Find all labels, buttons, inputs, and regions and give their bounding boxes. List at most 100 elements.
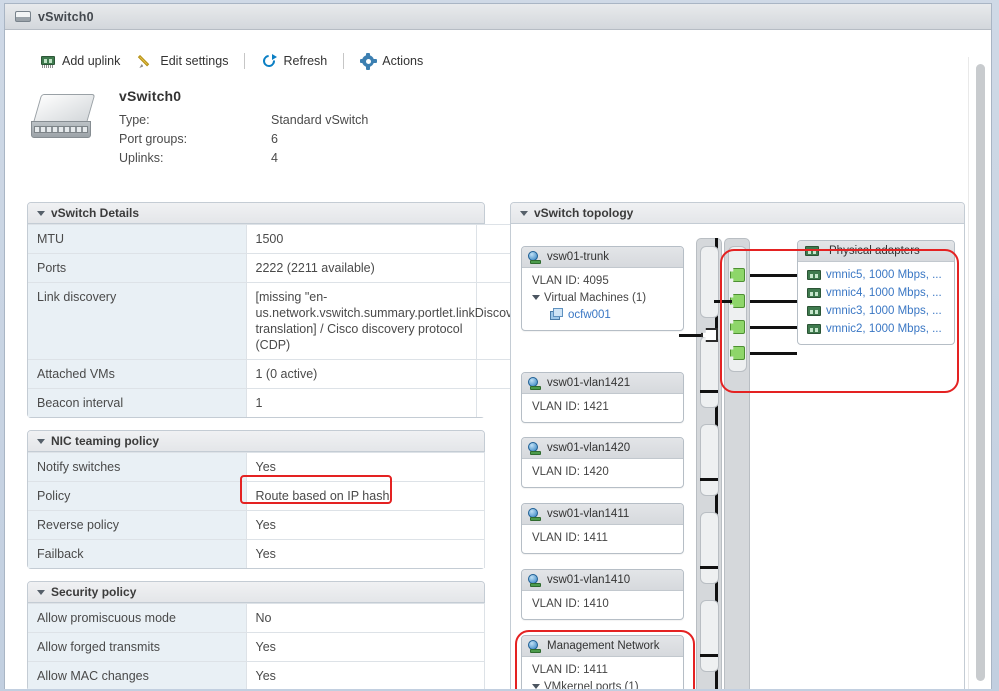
connector-line [700, 654, 718, 657]
table-row: Policy Route based on IP hash [28, 481, 485, 511]
port-group-vlan: VLAN ID: 4095 [532, 275, 609, 287]
port-group-vsw01-vlan1421[interactable]: vsw01-vlan1421 VLAN ID: 1421 [521, 372, 684, 423]
port-group-header: vsw01-vlan1421 [522, 373, 683, 394]
summary-label: Port groups: [119, 132, 188, 146]
refresh-label: Refresh [283, 54, 328, 68]
row-label: Allow forged transmits [28, 632, 247, 662]
add-uplink-button[interactable]: Add uplink [31, 51, 129, 71]
row-label: MTU [28, 224, 247, 254]
chevron-down-icon[interactable] [532, 684, 540, 689]
list-item[interactable]: vmnic4, 1000 Mbps, ... [798, 284, 954, 302]
chevron-down-icon[interactable] [520, 210, 528, 216]
chevron-down-icon[interactable] [37, 438, 45, 444]
toolbar-separator [244, 53, 246, 69]
adapter-label[interactable]: vmnic3, 1000 Mbps, ... [826, 305, 942, 317]
edit-settings-label: Edit settings [160, 54, 229, 68]
summary-value: Standard vSwitch [271, 113, 369, 127]
summary-row: Port groups: 6 [119, 130, 368, 149]
add-uplink-label: Add uplink [62, 54, 121, 68]
port-group-header: vsw01-vlan1411 [522, 504, 683, 525]
port-group-children-toggle[interactable]: VMkernel ports (1) [532, 679, 677, 689]
security-policy-header[interactable]: Security policy [28, 582, 484, 603]
adapter-label[interactable]: vmnic5, 1000 Mbps, ... [826, 269, 942, 281]
panels-area: vSwitch Details MTU 1500 Ports 2222 (221… [5, 202, 991, 689]
vm-name[interactable]: ocfw001 [568, 309, 611, 321]
row-value: 1500 [246, 224, 477, 254]
table-row: Attached VMs 1 (0 active) [28, 359, 571, 389]
physical-adapters-list: vmnic5, 1000 Mbps, ... vmnic4, 1000 Mbps… [798, 262, 954, 344]
scrollbar-thumb[interactable] [976, 64, 985, 681]
window-content: Add uplink Edit settings Refresh Actions [5, 30, 991, 689]
uplink-line [750, 274, 797, 277]
topology-header[interactable]: vSwitch topology [511, 203, 964, 224]
port-group-icon [528, 639, 542, 653]
port-group-header: vsw01-vlan1420 [522, 438, 683, 459]
actions-button[interactable]: Actions [351, 51, 432, 71]
port-group-name: vsw01-trunk [547, 251, 609, 263]
chevron-down-icon[interactable] [37, 589, 45, 595]
port-group-children-label: VMkernel ports (1) [544, 681, 639, 689]
port-group-vlan: VLAN ID: 1421 [532, 401, 609, 413]
edit-settings-button[interactable]: Edit settings [129, 51, 237, 71]
nic-teaming-title: NIC teaming policy [51, 434, 160, 448]
table-row: Reverse policy Yes [28, 510, 485, 540]
row-value: Yes [246, 452, 485, 482]
nic-teaming-header[interactable]: NIC teaming policy [28, 431, 484, 452]
row-label: Link discovery [28, 282, 247, 360]
port-group-vsw01-vlan1411[interactable]: vsw01-vlan1411 VLAN ID: 1411 [521, 503, 684, 554]
security-policy-table: Allow promiscuous mode No Allow forged t… [28, 603, 485, 689]
security-policy-panel: Security policy Allow promiscuous mode N… [27, 581, 485, 689]
summary-value: 4 [271, 151, 278, 165]
list-item[interactable]: vmnic5, 1000 Mbps, ... [798, 266, 954, 284]
row-value: Yes [246, 632, 485, 662]
right-column: vSwitch topology vsw01-trunk VLAN ID: 40… [510, 202, 970, 689]
vswitch-summary-text: vSwitch0 Type: Standard vSwitch Port gro… [119, 88, 368, 168]
table-row: Allow MAC changes Yes [28, 661, 485, 689]
physical-nic-icon [805, 246, 819, 256]
port-group-vsw01-vlan1420[interactable]: vsw01-vlan1420 VLAN ID: 1420 [521, 437, 684, 488]
list-item[interactable]: ocfw001 [532, 307, 677, 324]
table-row: Ports 2222 (2211 available) [28, 253, 571, 283]
chevron-down-icon[interactable] [532, 295, 540, 301]
table-row: Notify switches Yes [28, 452, 485, 482]
page-title: vSwitch0 [119, 88, 182, 104]
row-value: Yes [246, 510, 485, 540]
port-group-vsw01-vlan1410[interactable]: vsw01-vlan1410 VLAN ID: 1410 [521, 569, 684, 620]
row-value: [missing "en-us.network.vswitch.summary.… [246, 282, 543, 360]
port-group-icon [528, 573, 542, 587]
table-row: Link discovery [missing "en-us.network.v… [28, 282, 571, 360]
vswitch-details-panel: vSwitch Details MTU 1500 Ports 2222 (221… [27, 202, 571, 418]
vswitch-details-header[interactable]: vSwitch Details [28, 203, 484, 224]
uplink-line [714, 300, 732, 303]
physical-nic-icon [807, 324, 821, 334]
row-value: Yes [246, 661, 485, 689]
port-group-children-toggle[interactable]: Virtual Machines (1) [532, 290, 677, 307]
port-group-icon [528, 376, 542, 390]
vertical-scrollbar[interactable] [975, 64, 986, 681]
summary-row: Type: Standard vSwitch [119, 111, 368, 130]
table-row: Failback Yes [28, 539, 485, 568]
row-label: Policy [28, 481, 247, 511]
adapter-label[interactable]: vmnic4, 1000 Mbps, ... [826, 287, 942, 299]
virtual-machine-icon [550, 308, 564, 320]
port-group-vsw01-trunk[interactable]: vsw01-trunk VLAN ID: 4095 Virtual Machin… [521, 246, 684, 331]
app-root: vSwitch0 Add uplink Edit settings Refres… [0, 0, 999, 691]
toolbar: Add uplink Edit settings Refresh Actions [5, 30, 991, 78]
summary-row: Uplinks: 4 [119, 149, 368, 168]
adapter-label[interactable]: vmnic2, 1000 Mbps, ... [826, 323, 942, 335]
chevron-down-icon[interactable] [37, 210, 45, 216]
list-item[interactable]: vmnic3, 1000 Mbps, ... [798, 302, 954, 320]
port-group-name: Management Network [547, 640, 660, 652]
actions-label: Actions [382, 54, 424, 68]
refresh-button[interactable]: Refresh [252, 51, 336, 71]
port-group-body: VLAN ID: 1410 [522, 591, 683, 619]
spine-notch [700, 600, 719, 672]
row-value: No [246, 603, 485, 633]
list-item[interactable]: vmnic2, 1000 Mbps, ... [798, 320, 954, 338]
port-group-vlan: VLAN ID: 1410 [532, 598, 609, 610]
port-group-management-network[interactable]: Management Network VLAN ID: 1411 VMkerne… [521, 635, 684, 689]
connector-line [700, 566, 718, 569]
vswitch-details-table: MTU 1500 Ports 2222 (2211 available) Lin… [28, 224, 571, 417]
summary-value: 6 [271, 132, 278, 146]
port-group-name: vsw01-vlan1410 [547, 574, 631, 586]
